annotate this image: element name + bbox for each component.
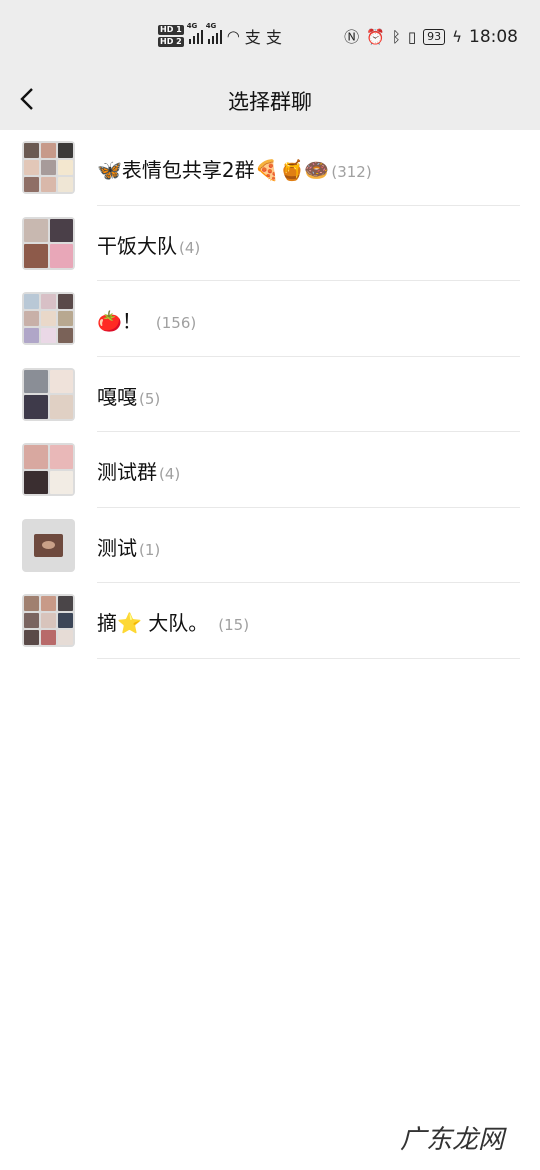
- list-item[interactable]: 干饭大队 (4): [0, 206, 540, 281]
- bluetooth-icon: ᛒ: [391, 27, 401, 46]
- status-left: HD 1 HD 2 4G 4G ◠ 支 支: [158, 22, 282, 48]
- status-bar: HD 1 HD 2 4G 4G ◠ 支 支 Ⓝ ⏰ ᛒ ▯ 93 ϟ 18:08: [0, 0, 540, 72]
- alarm-icon: ⏰: [366, 27, 385, 46]
- avatar: [22, 518, 75, 572]
- wifi-icon: ◠: [226, 27, 240, 45]
- nfc-icon: Ⓝ: [344, 28, 360, 46]
- group-name: 🦋表情包共享2群🍕🍯🍩 (312): [97, 158, 372, 182]
- group-name: 测试群 (4): [97, 460, 181, 484]
- avatar: [22, 141, 75, 194]
- group-list: 🦋表情包共享2群🍕🍯🍩 (312) 干饭大队 (4) 🍅！ (156) 嘎嘎 (…: [0, 130, 540, 659]
- member-count: (15): [218, 616, 250, 634]
- hd-icons: HD 1 HD 2: [158, 25, 184, 47]
- group-name: 干饭大队 (4): [97, 233, 201, 258]
- nav-header: 选择群聊: [0, 72, 540, 130]
- member-count: (312): [331, 163, 372, 181]
- group-name: 嘎嘎 (5): [97, 384, 161, 409]
- avatar: [22, 594, 75, 647]
- hd2-icon: HD 2: [158, 37, 184, 47]
- member-count: (4): [179, 238, 201, 257]
- watermark: 广东龙网: [399, 1125, 504, 1155]
- signal2-icon: 4G: [206, 22, 222, 44]
- member-count: (5): [139, 389, 161, 408]
- list-item[interactable]: 🦋表情包共享2群🍕🍯🍩 (312): [0, 130, 540, 206]
- avatar: [22, 367, 75, 421]
- group-name: 摘⭐ 大队。 (15): [97, 611, 250, 635]
- charging-icon: ϟ: [452, 27, 462, 46]
- list-item[interactable]: 嘎嘎 (5): [0, 357, 540, 432]
- vibrate-icon: ▯: [407, 27, 417, 46]
- avatar: [22, 443, 75, 496]
- list-item[interactable]: 摘⭐ 大队。 (15): [0, 583, 540, 659]
- member-count: (4): [159, 465, 181, 483]
- signal1-icon: 4G: [187, 22, 203, 44]
- member-count: (1): [139, 540, 161, 559]
- list-item[interactable]: 🍅！ (156): [0, 281, 540, 357]
- avatar: [22, 292, 75, 345]
- page-title: 选择群聊: [228, 90, 312, 114]
- battery-icon: 93: [423, 28, 446, 45]
- list-item[interactable]: 测试 (1): [0, 508, 540, 583]
- member-count: (156): [155, 314, 197, 332]
- list-item[interactable]: 测试群 (4): [0, 432, 540, 508]
- divider: [97, 657, 520, 659]
- status-right: Ⓝ ⏰ ᛒ ▯ 93 ϟ 18:08: [344, 26, 518, 47]
- clock: 18:08: [469, 26, 518, 47]
- group-name: 测试 (1): [97, 535, 161, 560]
- hd1-icon: HD 1: [158, 25, 184, 35]
- avatar: [22, 216, 75, 270]
- app-notification-icons: 支 支: [244, 28, 282, 47]
- group-name: 🍅！ (156): [97, 309, 197, 333]
